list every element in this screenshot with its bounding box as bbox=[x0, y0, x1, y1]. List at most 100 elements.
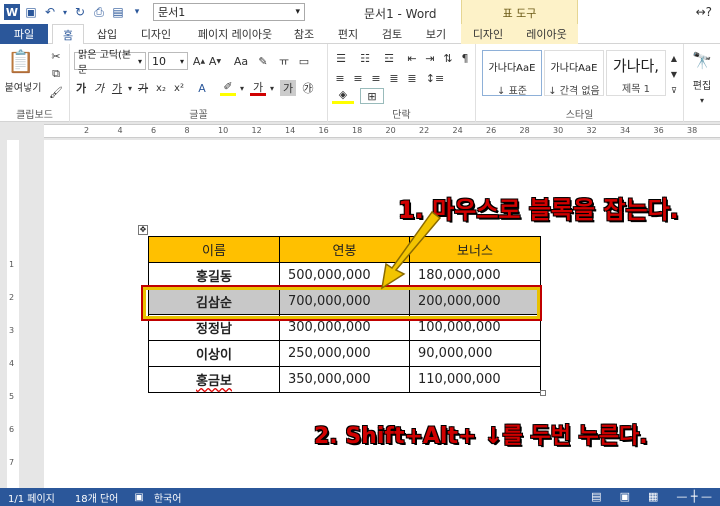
shading-icon[interactable]: ◈ bbox=[332, 88, 354, 104]
tab-mailings[interactable]: 편지 bbox=[330, 24, 366, 44]
styles-scroll-up-icon[interactable]: ▲ bbox=[668, 50, 680, 66]
show-marks-icon[interactable]: ¶ bbox=[458, 50, 472, 66]
subscript-button[interactable]: x₂ bbox=[154, 80, 168, 96]
salary-cell[interactable]: 300,000,000 bbox=[279, 314, 410, 341]
align-center-icon[interactable]: ≡ bbox=[350, 70, 366, 86]
borders-icon[interactable]: ⊞ bbox=[360, 88, 384, 104]
language-status[interactable]: 한국어 bbox=[154, 490, 182, 505]
increase-indent-icon[interactable]: ⇥ bbox=[422, 50, 438, 66]
justify-icon[interactable]: ≣ bbox=[386, 70, 402, 86]
decrease-indent-icon[interactable]: ⇤ bbox=[404, 50, 420, 66]
undo-icon[interactable]: ↶ bbox=[42, 4, 58, 20]
bonus-cell[interactable]: 100,000,000 bbox=[409, 314, 541, 341]
highlight-icon[interactable]: ✐ bbox=[220, 80, 236, 96]
sort-icon[interactable]: ⇅ bbox=[440, 50, 456, 66]
align-left-icon[interactable]: ≡ bbox=[332, 70, 348, 86]
find-icon[interactable]: 🔭 bbox=[692, 50, 712, 70]
style-heading-1[interactable]: 가나다, 제목 1 bbox=[606, 50, 666, 96]
chevron-down-icon[interactable]: ▾ bbox=[268, 80, 276, 96]
align-right-icon[interactable]: ≡ bbox=[368, 70, 384, 86]
enclose-char-icon[interactable]: ㉮ bbox=[300, 80, 316, 96]
tab-home[interactable]: 홈 bbox=[52, 24, 84, 45]
char-border-icon[interactable]: ▭ bbox=[296, 53, 312, 69]
chevron-down-icon: ▾ bbox=[699, 95, 704, 105]
font-color-button[interactable]: 가 bbox=[250, 80, 266, 96]
document-name-box[interactable]: 문서1 ▾ bbox=[153, 3, 305, 21]
read-mode-icon[interactable]: ▤ bbox=[591, 490, 601, 503]
clear-format-icon[interactable]: ✎ bbox=[254, 53, 272, 69]
tab-table-layout[interactable]: 레이아웃 bbox=[515, 24, 578, 44]
print-preview-icon[interactable]: ⎙ bbox=[91, 4, 107, 20]
open-icon[interactable]: ▤ bbox=[110, 4, 126, 20]
strikethrough-button[interactable]: 가 bbox=[136, 80, 150, 96]
horizontal-ruler[interactable]: 2 4 6 8 10 12 14 16 18 20 22 24 26 28 30 32 34 36 38 bbox=[0, 122, 720, 140]
name-cell[interactable]: 홍길동 bbox=[148, 262, 280, 289]
tab-page-layout[interactable]: 페이지 레이아웃 bbox=[190, 24, 280, 44]
change-case-button[interactable]: Aa bbox=[230, 53, 252, 69]
zoom-slider[interactable]: — ┼ — bbox=[676, 490, 712, 503]
styles-scroll-down-icon[interactable]: ▼ bbox=[668, 66, 680, 82]
char-shading-icon[interactable]: 가 bbox=[280, 80, 296, 96]
ruler-tick-label: 36 bbox=[653, 126, 664, 135]
name-cell[interactable]: 홍금보 bbox=[148, 366, 280, 393]
editing-group: 🔭 편집 ▾ bbox=[684, 44, 720, 122]
tab-table-design[interactable]: 디자인 bbox=[461, 24, 515, 44]
multilevel-list-icon[interactable]: ☲ bbox=[380, 50, 398, 66]
superscript-button[interactable]: x² bbox=[172, 80, 186, 96]
bonus-cell[interactable]: 110,000,000 bbox=[409, 366, 541, 393]
tab-file[interactable]: 파일 bbox=[0, 24, 48, 44]
redo-icon[interactable]: ↻ bbox=[72, 4, 88, 20]
name-cell[interactable]: 정정남 bbox=[148, 314, 280, 341]
grow-font-icon[interactable]: A ▲ bbox=[192, 53, 206, 69]
customize-qat-icon[interactable]: ▾ bbox=[129, 4, 145, 20]
word-count[interactable]: 18개 단어 bbox=[75, 490, 119, 505]
distribute-icon[interactable]: ≣ bbox=[404, 70, 420, 86]
proofing-icon[interactable]: ▣ bbox=[134, 492, 143, 503]
web-layout-icon[interactable]: ▦ bbox=[648, 490, 658, 503]
tab-view[interactable]: 보기 bbox=[418, 24, 454, 44]
ruler-tick-label: 30 bbox=[553, 126, 564, 135]
cut-icon[interactable]: ✂ bbox=[48, 48, 64, 64]
salary-cell[interactable]: 350,000,000 bbox=[279, 366, 410, 393]
tab-review[interactable]: 검토 bbox=[374, 24, 410, 44]
bonus-cell[interactable]: 90,000,000 bbox=[409, 340, 541, 367]
save-icon[interactable]: ▣ bbox=[23, 4, 39, 20]
window-controls[interactable]: ↔? bbox=[696, 5, 712, 19]
paste-icon[interactable]: 📋 bbox=[6, 48, 36, 76]
name-cell[interactable]: 김삼순 bbox=[148, 288, 280, 315]
bullets-icon[interactable]: ☰ bbox=[332, 50, 350, 66]
editing-button[interactable]: 편집 bbox=[686, 76, 718, 92]
style-normal[interactable]: 가나다AaE ↓ 표준 bbox=[482, 50, 542, 97]
tab-references[interactable]: 참조 bbox=[286, 24, 322, 44]
shrink-font-icon[interactable]: A ▼ bbox=[208, 53, 222, 69]
copy-icon[interactable]: ⧉ bbox=[48, 66, 64, 82]
page-count[interactable]: 1/1 페이지 bbox=[8, 490, 55, 505]
chevron-down-icon[interactable]: ▾ bbox=[238, 80, 246, 96]
table-move-handle-icon[interactable]: ✥ bbox=[138, 225, 148, 235]
paste-button[interactable]: 붙여넣기 bbox=[2, 78, 44, 94]
salary-cell[interactable]: 250,000,000 bbox=[279, 340, 410, 367]
format-painter-icon[interactable]: 🖌 bbox=[48, 84, 64, 100]
name-cell[interactable]: 이상이 bbox=[148, 340, 280, 367]
styles-more-icon[interactable]: ⊽ bbox=[668, 82, 680, 98]
line-spacing-icon[interactable]: ↕≡ bbox=[424, 70, 446, 86]
styles-group-label: 스타일 bbox=[565, 110, 594, 121]
undo-dropdown-icon[interactable]: ▾ bbox=[61, 4, 69, 20]
tab-design[interactable]: 디자인 bbox=[134, 24, 178, 44]
tab-insert[interactable]: 삽입 bbox=[88, 24, 126, 44]
chevron-down-icon[interactable]: ▾ bbox=[126, 80, 134, 96]
numbering-icon[interactable]: ☷ bbox=[356, 50, 374, 66]
font-size-combo[interactable]: 10 ▾ bbox=[148, 52, 188, 70]
print-layout-icon[interactable]: ▣ bbox=[620, 490, 630, 503]
underline-button[interactable]: 가 bbox=[110, 80, 124, 96]
vertical-ruler[interactable]: 12345678 bbox=[0, 140, 24, 500]
phonetic-guide-icon[interactable]: ㅠ bbox=[276, 53, 292, 69]
bold-button[interactable]: 가 bbox=[74, 80, 88, 96]
style-no-spacing[interactable]: 가나다AaE ↓ 간격 없음 bbox=[544, 50, 604, 97]
italic-button[interactable]: 가 bbox=[92, 80, 106, 96]
table-resize-handle[interactable] bbox=[540, 390, 546, 396]
text-effects-icon[interactable]: A bbox=[194, 80, 210, 96]
data-table[interactable]: 이름 연봉 보너스 홍길동 500,000,000 180,000,000 김삼… bbox=[148, 236, 541, 393]
header-cell[interactable]: 이름 bbox=[148, 236, 280, 263]
font-name-combo[interactable]: 맑은 고딕(본문 ▾ bbox=[74, 50, 146, 76]
